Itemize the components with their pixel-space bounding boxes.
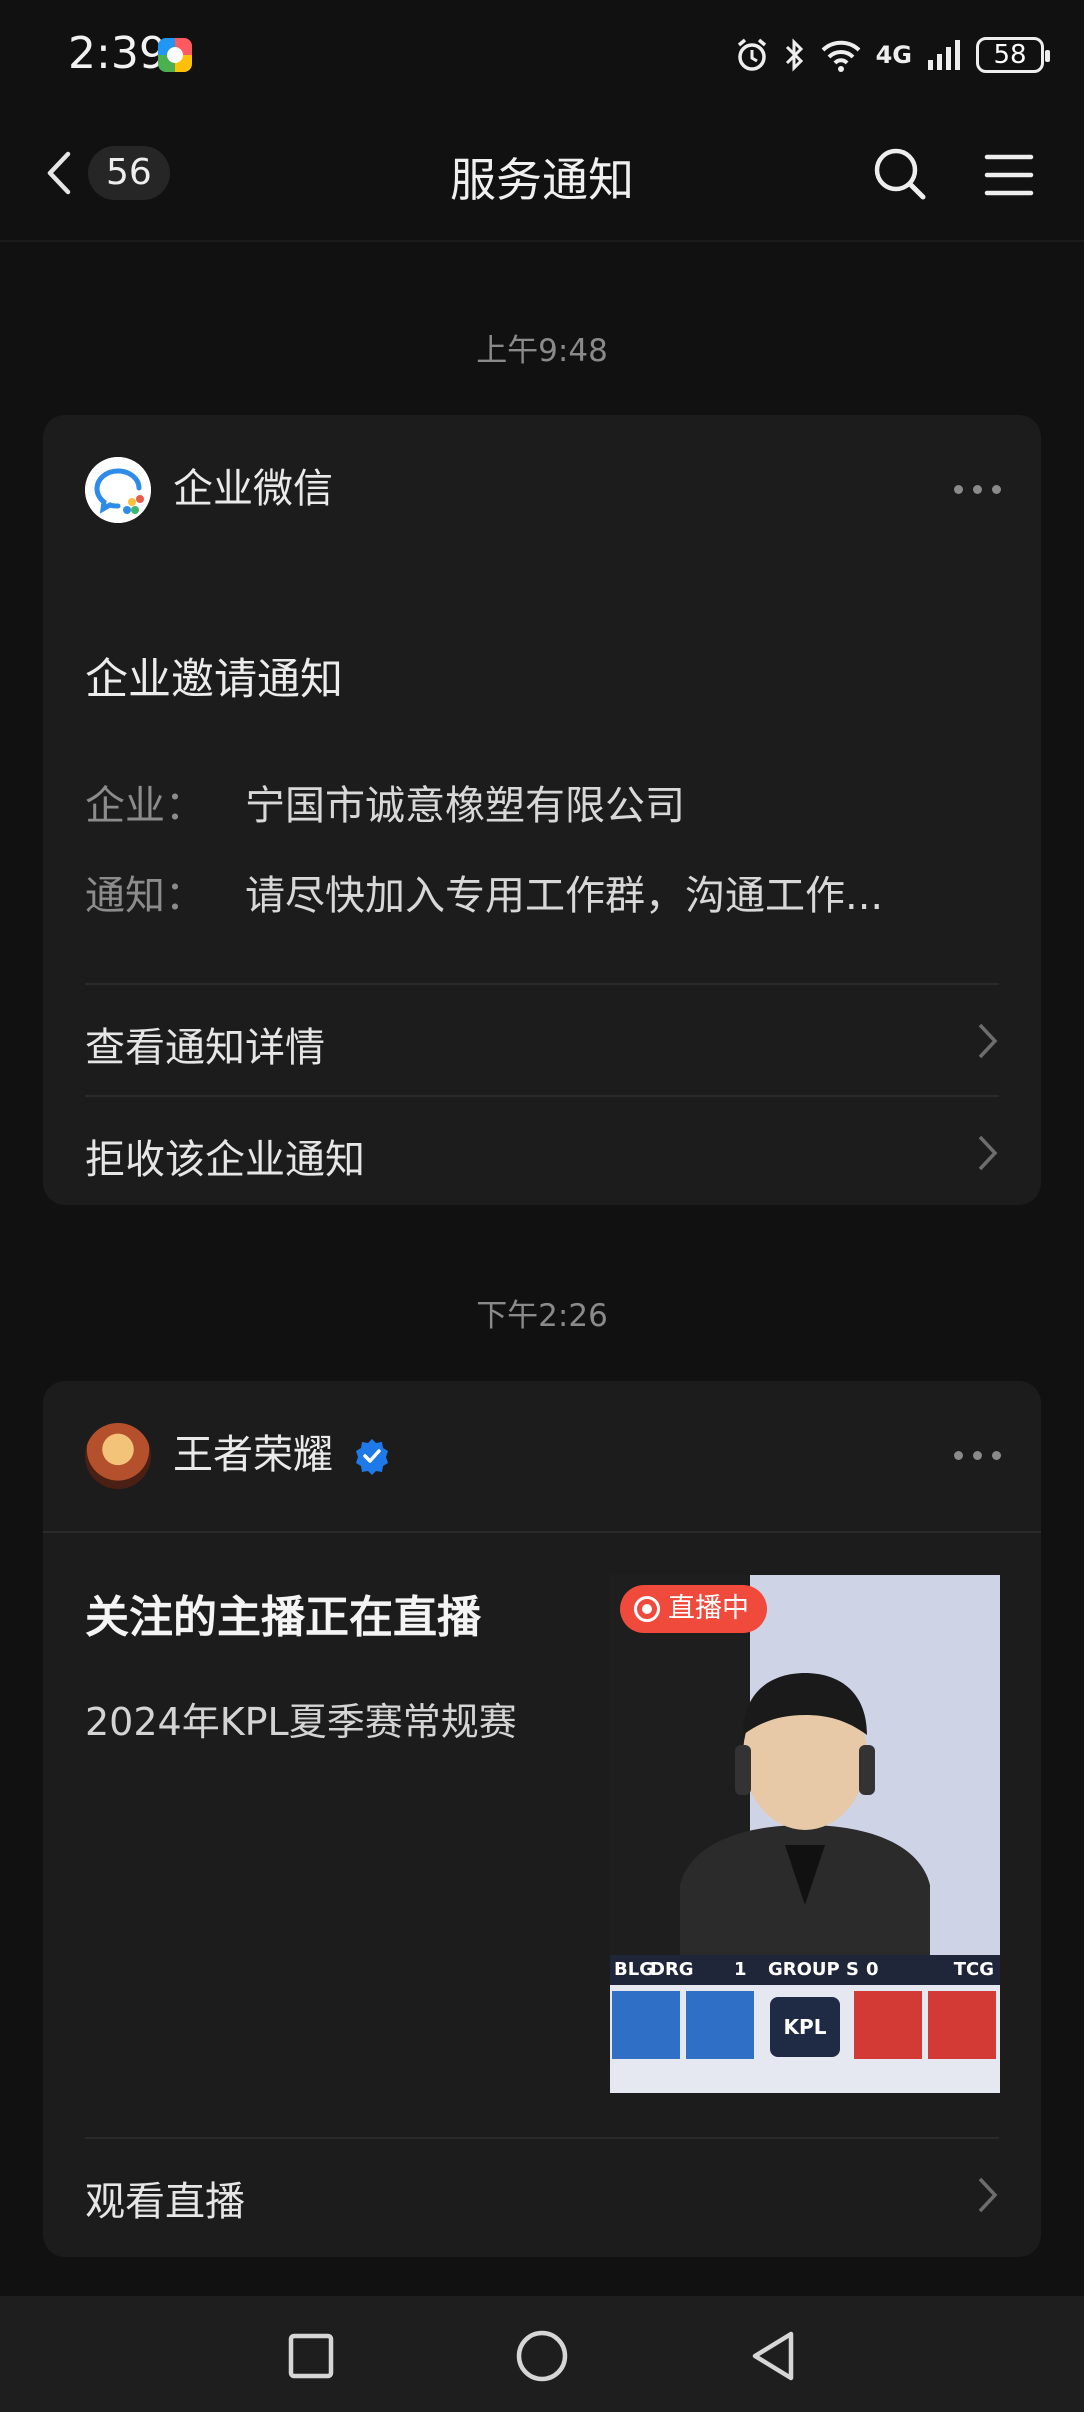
view-details-button[interactable]: 查看通知详情 (43, 985, 1041, 1095)
network-type: 4G (875, 41, 912, 69)
alarm-icon (737, 38, 766, 71)
team-left-name: BLG (614, 1959, 654, 1980)
field-value: 宁国市诚意橡塑有限公司 (245, 783, 685, 829)
chevron-right-icon (978, 1023, 998, 1059)
notification-card-game: 王者荣耀 关注的主播正在直播 2024年KPL夏季赛常规赛 BLG DRG 1 … (43, 1381, 1041, 2257)
field-label: 通知： (85, 873, 205, 919)
notification-title: 关注的主播正在直播 (85, 1592, 481, 1643)
group-label: GROUP S (768, 1959, 859, 1980)
hero-picks: KPL (610, 1985, 1000, 2093)
chevron-right-icon (978, 2177, 998, 2213)
chevron-right-icon (978, 1135, 998, 1171)
team-right-name: TCG (953, 1959, 994, 1980)
sender-name: 企业微信 (173, 466, 333, 512)
field-value: 请尽快加入专用工作群，沟通工作... (245, 873, 884, 919)
message-timestamp: 上午9:48 (476, 333, 608, 369)
back-triangle-icon[interactable] (745, 2328, 801, 2384)
verified-badge-icon (356, 1439, 388, 1475)
watch-live-button[interactable]: 观看直播 (43, 2139, 1041, 2249)
more-options-icon[interactable] (954, 1451, 1001, 1460)
streamer-image (680, 1673, 930, 1995)
game-avatar (85, 1423, 151, 1489)
live-stream-thumbnail[interactable]: BLG DRG 1 GROUP S 0 TCG KPL 直播中 (610, 1575, 1000, 2093)
home-circle-icon[interactable] (514, 2328, 570, 2384)
menu-icon[interactable] (984, 150, 1034, 200)
notification-subtitle: 2024年KPL夏季赛常规赛 (85, 1700, 517, 1744)
hero-portrait (686, 1991, 754, 2059)
reject-notifications-button[interactable]: 拒收该企业通知 (43, 1097, 1041, 1205)
more-options-icon[interactable] (954, 485, 1001, 494)
sender-name: 王者荣耀 (173, 1432, 333, 1478)
app-notification-icon (158, 38, 192, 72)
team-right-score: 0 (866, 1959, 879, 1980)
action-label: 拒收该企业通知 (85, 1137, 365, 1183)
recents-square-icon[interactable] (283, 2328, 339, 2384)
hero-portrait (928, 1991, 996, 2059)
nav-bar: 56 服务通知 (0, 110, 1084, 242)
wifi-icon (821, 40, 860, 72)
team-left-name-2: DRG (650, 1959, 694, 1980)
signal-icon (928, 40, 960, 70)
card-header: 王者荣耀 (43, 1381, 1041, 1533)
hero-portrait (854, 1991, 922, 2059)
hero-portrait (612, 1991, 680, 2059)
team-left-score: 1 (734, 1959, 747, 1980)
status-bar: 2:39 4G 58 (0, 0, 1084, 110)
field-company: 企业： 宁国市诚意橡塑有限公司 (85, 773, 685, 831)
bluetooth-icon (785, 38, 803, 72)
live-badge-label: 直播中 (668, 1593, 749, 1624)
kpl-logo: KPL (770, 1997, 840, 2057)
live-badge: 直播中 (620, 1585, 767, 1633)
battery-indicator: 58 (976, 37, 1050, 73)
action-label: 观看直播 (85, 2179, 245, 2225)
score-bar: BLG DRG 1 GROUP S 0 TCG (610, 1955, 1000, 1985)
status-time: 2:39 (68, 28, 167, 79)
action-label: 查看通知详情 (85, 1025, 325, 1071)
message-timestamp: 下午2:26 (476, 1298, 608, 1334)
field-label: 企业： (85, 783, 205, 829)
system-nav-bar (0, 2296, 1084, 2412)
notification-card-wework: 企业微信 企业邀请通知 企业： 宁国市诚意橡塑有限公司 通知： 请尽快加入专用工作群… (43, 415, 1041, 1205)
field-notice: 通知： 请尽快加入专用工作群，沟通工作... (85, 863, 883, 921)
card-header: 企业微信 (43, 415, 1041, 565)
notification-title: 企业邀请通知 (85, 655, 343, 705)
live-dot-icon (634, 1596, 660, 1622)
wework-logo (85, 457, 151, 523)
search-icon[interactable] (872, 146, 928, 202)
